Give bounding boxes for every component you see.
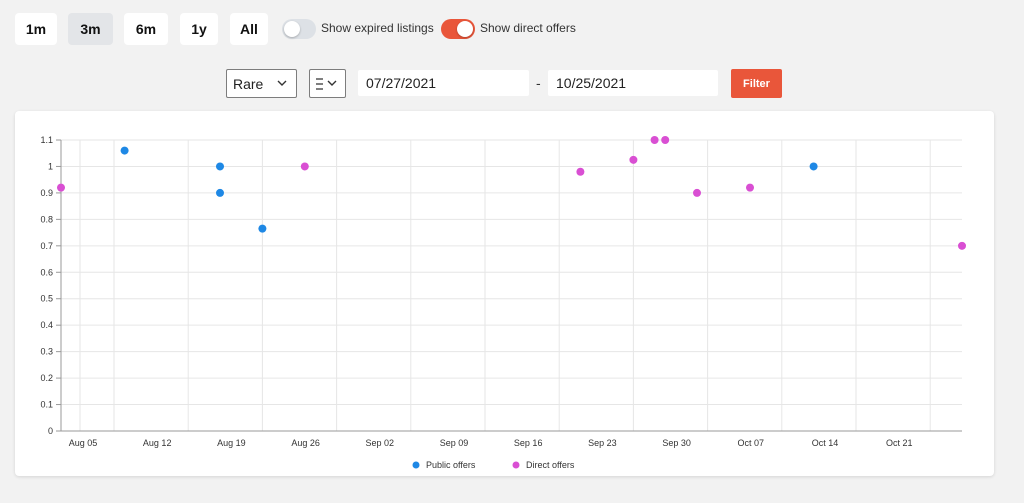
y-tick-label: 0.4 [40,320,53,330]
x-tick-label: Sep 09 [440,438,469,448]
rarity-select-value: Rare [233,76,264,92]
y-tick-label: 0.3 [40,347,53,357]
y-tick-label: 1.1 [40,135,53,145]
offers-scatter-chart: 0 0.1 0.2 0.3 0.4 0.5 0.6 0.7 0.8 0.9 1 1.1 Aug 05 Au… [40,135,966,470]
toggle-knob [457,21,473,37]
y-tick-label: 0.2 [40,373,53,383]
show-expired-label: Show expired listings [321,21,434,35]
filter-button[interactable]: Filter [731,69,782,98]
rarity-select[interactable]: Rare [226,69,297,98]
public-offers-point [809,162,818,171]
x-tick-label: Oct 21 [886,438,913,448]
y-tick-label: 0.1 [40,400,53,410]
end-date-input[interactable] [548,70,718,96]
direct-offers-point [650,136,659,144]
x-tick-label: Aug 26 [291,438,320,448]
direct-offers-point [57,183,65,192]
y-tick-label: 1 [48,161,53,171]
direct-offers-legend-marker [512,461,520,469]
x-tick-label: Oct 07 [738,438,765,448]
x-tick-label: Sep 02 [366,438,395,448]
x-tick-label: Aug 19 [217,438,246,448]
public-offers-point [216,188,224,197]
x-tick-label: Sep 16 [514,438,543,448]
chevron-down-icon [277,80,287,86]
direct-offers-point [958,241,966,250]
direct-offers-point [693,188,701,197]
range-button-all[interactable]: All [230,13,268,45]
x-tick-label: Sep 30 [662,438,691,448]
public-offers-point [258,224,267,233]
public-offers-legend-marker [412,461,420,469]
direct-offers-point [746,183,754,192]
direct-offers-point [300,162,309,171]
offers-chart-card: 0 0.1 0.2 0.3 0.4 0.5 0.6 0.7 0.8 0.9 1 1.1 Aug 05 Au… [15,111,994,476]
toggle-knob [284,21,300,37]
y-tick-label: 0.6 [40,267,53,277]
chevron-down-icon [327,80,337,86]
y-tick-label: 0.8 [40,214,53,224]
y-tick-label: 0 [48,426,53,436]
public-offers-point [120,146,129,155]
show-expired-toggle[interactable] [282,19,316,39]
x-tick-label: Oct 14 [812,438,839,448]
public-offers-legend-label: Public offers [426,460,476,470]
currency-select[interactable] [309,69,346,98]
y-tick-label: 0.7 [40,241,53,251]
direct-offers-point [576,167,585,176]
x-tick-label: Aug 12 [143,438,172,448]
range-button-6m[interactable]: 6m [124,13,168,45]
range-button-3m[interactable]: 3m [68,13,113,45]
range-button-1m[interactable]: 1m [15,13,57,45]
direct-offers-legend-label: Direct offers [526,460,575,470]
direct-offers-point [661,136,670,144]
y-tick-label: 0.5 [40,294,53,304]
x-tick-label: Aug 05 [69,438,98,448]
direct-offers-point [629,155,638,164]
show-direct-label: Show direct offers [480,21,576,35]
range-button-1y[interactable]: 1y [180,13,218,45]
public-offers-point [216,162,224,171]
start-date-input[interactable] [358,70,529,96]
date-range-separator: - [536,75,541,91]
eth-icon [316,78,323,90]
y-tick-label: 0.9 [40,188,53,198]
x-tick-label: Sep 23 [588,438,617,448]
show-direct-toggle[interactable] [441,19,475,39]
